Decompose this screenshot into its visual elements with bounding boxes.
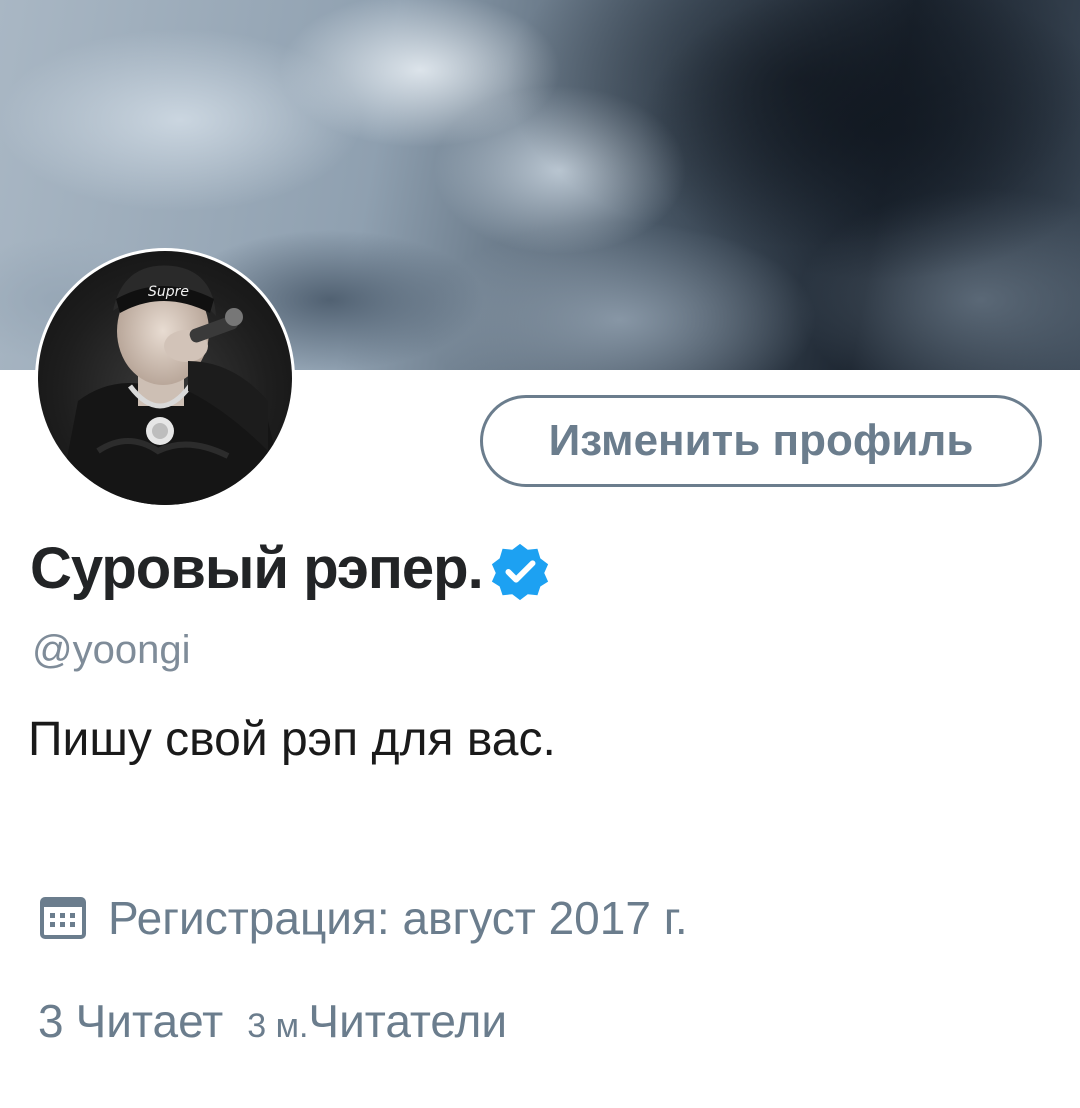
display-name: Суровый рэпер. xyxy=(30,535,484,601)
edit-profile-label: Изменить профиль xyxy=(548,416,974,465)
followers-label: Читатели xyxy=(308,995,508,1047)
calendar-icon xyxy=(40,897,86,939)
profile-bio: Пишу свой рэп для вас. xyxy=(28,713,556,766)
followers-count: 3 м. xyxy=(247,1007,309,1045)
profile-handle: @yoongi xyxy=(32,628,191,672)
following-count: 3 xyxy=(38,995,64,1047)
verified-badge-icon xyxy=(491,543,548,601)
join-date-text: Регистрация: август 2017 г. xyxy=(108,892,688,944)
profile-avatar[interactable]: Supre xyxy=(35,248,295,508)
following-link[interactable]: 3 Читает xyxy=(38,994,223,1048)
edit-profile-button[interactable]: Изменить профиль xyxy=(480,395,1042,487)
profile-name-row: Суровый рэпер. xyxy=(30,532,551,604)
following-label: Читает xyxy=(75,995,224,1047)
avatar-photo: Supre xyxy=(38,251,292,505)
join-date-row: Регистрация: август 2017 г. xyxy=(38,888,688,948)
svg-text:Supre: Supre xyxy=(148,284,189,300)
follow-stats: 3 Читает 3 м. Читатели xyxy=(38,994,507,1048)
followers-link[interactable]: 3 м. Читатели xyxy=(247,994,507,1048)
profile-page: Supre Изменить профиль Суровый рэпер. @y… xyxy=(0,0,1080,1108)
